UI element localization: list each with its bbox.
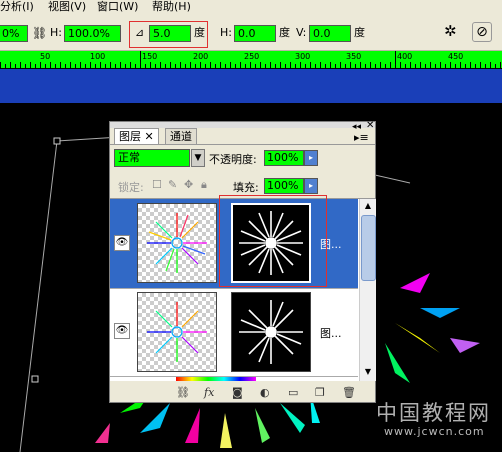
ruler-label: 300 xyxy=(295,52,311,61)
opacity-label: 不透明度: xyxy=(209,153,257,166)
blend-mode-value: 正常 xyxy=(118,151,140,164)
tab-channels-label: 通道 xyxy=(170,130,192,143)
warp-mode-icon[interactable]: ✲ xyxy=(444,24,457,39)
angle-icon: ⊿ xyxy=(135,26,145,39)
fill-field[interactable]: 100% xyxy=(264,178,304,194)
tab-layers[interactable]: 图层 ✕ xyxy=(114,128,159,144)
ruler-label: 100 xyxy=(90,52,106,61)
watermark-title: 中国教程网 xyxy=(376,401,491,425)
chevron-down-icon[interactable]: ▼ xyxy=(191,149,205,167)
transform-bounding-box xyxy=(19,140,58,452)
transform-handle-top-left xyxy=(53,137,61,145)
tab-channels[interactable]: 通道 xyxy=(165,128,197,144)
ruler-label: 200 xyxy=(193,52,209,61)
trash-icon[interactable]: 🗑︎ xyxy=(342,386,356,399)
height-scale-field[interactable]: 100.0% xyxy=(64,25,121,42)
white-starburst-mask xyxy=(239,300,303,364)
opacity-slider-arrow-icon[interactable]: ▸ xyxy=(304,150,318,166)
new-layer-icon[interactable]: ❐ xyxy=(315,386,325,399)
menu-help[interactable]: 帮助(H) xyxy=(152,0,191,13)
layer-thumbnail xyxy=(137,292,217,372)
horizontal-skew-field[interactable]: 0.0 xyxy=(234,25,276,42)
new-group-icon[interactable]: ▭ xyxy=(288,386,298,399)
layer-name[interactable]: 图... xyxy=(320,325,342,341)
options-bar: 0% ⛓ H: 100.0% ⊿ 5.0 度 H: 0.0 度 V: 0.0 度… xyxy=(0,14,502,51)
eye-icon[interactable]: 👁︎ xyxy=(114,235,130,251)
vertical-skew-field[interactable]: 0.0 xyxy=(309,25,351,42)
height-label: H: xyxy=(50,26,62,39)
menu-analysis[interactable]: 分析(I) xyxy=(0,0,34,13)
blend-mode-select[interactable]: 正常 xyxy=(114,149,190,167)
width-scale-field[interactable]: 0% xyxy=(0,25,28,42)
vertical-skew-unit: 度 xyxy=(354,26,365,39)
menu-view[interactable]: 视图(V) xyxy=(48,0,86,13)
eye-icon[interactable]: 👁︎ xyxy=(114,323,130,339)
opacity-field[interactable]: 100% xyxy=(264,150,304,166)
close-icon[interactable]: ✕ xyxy=(366,120,374,131)
mask-highlight-box xyxy=(219,195,327,287)
lock-image-icon[interactable]: ✎ xyxy=(168,178,177,191)
scroll-up-icon[interactable]: ▲ xyxy=(361,199,375,213)
fill-slider-arrow-icon[interactable]: ▸ xyxy=(304,178,318,194)
rotation-angle-field[interactable]: 5.0 xyxy=(149,25,191,42)
layer-thumbnail xyxy=(137,203,217,283)
fill-label: 填充: xyxy=(233,181,259,194)
canvas-top-band xyxy=(0,69,502,103)
starburst-thumb xyxy=(147,213,207,273)
menu-bar: 分析(I) 视图(V) 窗口(W) 帮助(H) xyxy=(0,0,502,14)
tab-layers-label: 图层 xyxy=(119,130,141,143)
lock-transparent-icon[interactable]: ☐ xyxy=(152,178,162,191)
lock-position-icon[interactable]: ✥ xyxy=(184,178,193,191)
starburst-thumb xyxy=(147,302,207,362)
link-chain-icon[interactable]: ⛓ xyxy=(32,26,47,40)
ruler-label: 250 xyxy=(244,52,260,61)
add-mask-icon[interactable]: ◙ xyxy=(232,386,243,399)
vertical-skew-label: V: xyxy=(296,26,307,39)
ruler-label: 400 xyxy=(397,52,413,61)
angle-unit: 度 xyxy=(194,26,205,39)
lock-all-icon[interactable]: 🔒︎ xyxy=(201,178,207,192)
horizontal-skew-unit: 度 xyxy=(279,26,290,39)
adjustment-layer-icon[interactable]: ◐ xyxy=(260,386,270,399)
layers-scrollbar[interactable]: ▲ ▼ xyxy=(359,199,376,381)
tab-close-icon[interactable]: ✕ xyxy=(145,130,154,143)
watermark-url: www.jcwcn.com xyxy=(384,425,485,438)
tab-divider xyxy=(110,144,375,145)
cancel-transform-icon[interactable]: ⊘ xyxy=(472,22,492,42)
transform-handle-left xyxy=(31,375,39,383)
scrollbar-thumb[interactable] xyxy=(361,215,376,281)
ruler-label: 350 xyxy=(346,52,362,61)
ruler-label: 50 xyxy=(40,52,51,61)
horizontal-skew-label: H: xyxy=(220,26,232,39)
menu-window[interactable]: 窗口(W) xyxy=(97,0,138,13)
layer-mask-thumbnail[interactable] xyxy=(231,292,311,372)
lock-label: 锁定: xyxy=(118,181,144,194)
layer-row[interactable]: 👁︎ 图... xyxy=(110,289,358,377)
horizontal-ruler[interactable]: 50 100 150 200 250 300 350 400 450 xyxy=(0,51,502,69)
scroll-down-icon[interactable]: ▼ xyxy=(361,365,375,379)
link-layers-icon[interactable]: ⛓ xyxy=(176,386,190,399)
ruler-label: 150 xyxy=(142,52,158,61)
partial-layer-thumbnail xyxy=(176,377,256,381)
panel-menu-icon[interactable]: ▸≡ xyxy=(354,131,369,144)
ruler-label: 450 xyxy=(448,52,464,61)
fx-icon[interactable]: fx xyxy=(204,386,214,399)
